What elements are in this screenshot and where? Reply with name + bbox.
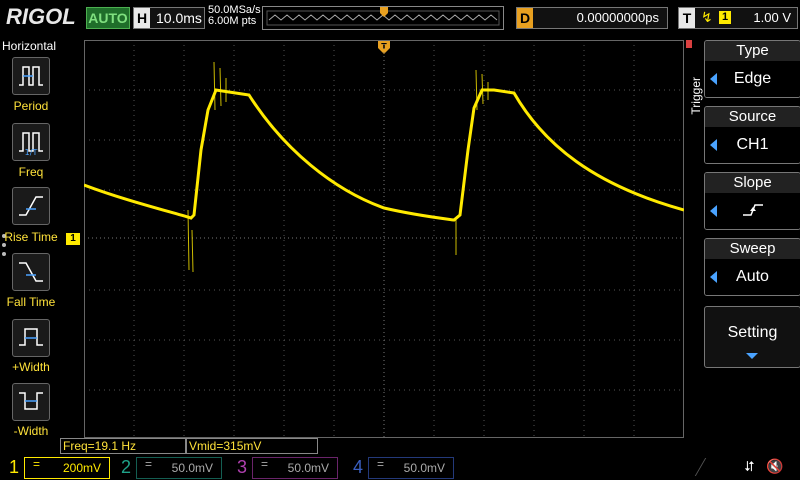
negative-width-button[interactable] <box>12 383 50 421</box>
trigger-key: T <box>679 8 695 28</box>
memory-overview-bar[interactable] <box>262 6 504 30</box>
svg-text:1/T: 1/T <box>25 148 38 157</box>
timebase-key: H <box>134 8 150 28</box>
channel-4-status[interactable]: 4 = 50.0mV <box>348 456 454 479</box>
trigger-type-title: Type <box>705 41 800 61</box>
rising-edge-icon: ↯ <box>701 9 713 25</box>
dc-coupling-icon: = <box>145 457 153 471</box>
delay-value: 0.00000000ps <box>576 10 659 25</box>
positive-width-button[interactable] <box>12 319 50 357</box>
channel-4-number: 4 <box>352 457 363 477</box>
trigger-source-title: Source <box>705 107 800 127</box>
select-arrow-icon <box>710 205 717 217</box>
channel-2-status[interactable]: 2 = 50.0mV <box>116 456 222 479</box>
channel-3-status[interactable]: 3 = 50.0mV <box>232 456 338 479</box>
run-status-badge[interactable]: AUTO <box>86 7 130 29</box>
rise-time-label: Rise Time <box>4 230 58 244</box>
channel-2-scale: 50.0mV <box>171 461 213 475</box>
fall-time-icon <box>19 262 43 282</box>
measurement-menu: Horizontal Period 1/T Freq Rise Time Fal… <box>0 37 62 438</box>
trigger-channel-badge: 1 <box>719 11 731 24</box>
positive-width-icon <box>19 328 43 346</box>
dc-coupling-icon: = <box>377 457 385 471</box>
channel-2-number: 2 <box>120 457 131 477</box>
trigger-slope-title: Slope <box>705 173 800 193</box>
period-label: Period <box>13 99 49 113</box>
channel-1-scale-box: = 200mV <box>24 457 110 479</box>
channel-3-scale-box: = 50.0mV <box>252 457 338 479</box>
channel-4-scale: 50.0mV <box>403 461 445 475</box>
trigger-setting-softkey[interactable]: Setting <box>704 306 800 368</box>
fall-time-label: Fall Time <box>6 295 56 309</box>
setting-label: Setting <box>727 324 778 341</box>
channel-4-scale-box: = 50.0mV <box>368 457 454 479</box>
acquisition-info: 50.0MSa/s 6.00M pts <box>208 5 261 27</box>
fall-time-button[interactable] <box>12 253 50 291</box>
timebase-display[interactable]: H 10.0ms <box>133 7 205 29</box>
channel-2-scale-box: = 50.0mV <box>136 457 222 479</box>
trigger-source-value: CH1 <box>736 136 769 153</box>
trigger-sweep-title: Sweep <box>705 239 800 259</box>
dc-coupling-icon: = <box>261 457 269 471</box>
delay-key: D <box>517 8 533 28</box>
trigger-source-softkey[interactable]: Source CH1 <box>704 106 800 164</box>
channel-status-bar: 1 = 200mV 2 = 50.0mV 3 = 50.0mV 4 = 50.0… <box>0 454 800 480</box>
dc-coupling-icon: = <box>33 457 41 471</box>
channel-1-scale: 200mV <box>62 461 101 475</box>
channel-3-scale: 50.0mV <box>287 461 329 475</box>
freq-button[interactable]: 1/T <box>12 123 50 161</box>
positive-width-label: +Width <box>12 360 50 374</box>
graticule-center <box>84 40 684 438</box>
trigger-menu: Trigger Type Edge Source CH1 Slope Sweep… <box>686 37 800 437</box>
vmid-measurement: Vmid=315mV <box>186 438 318 454</box>
negative-width-label: -Width <box>13 424 49 438</box>
menu-title: Horizontal <box>2 39 57 53</box>
brand-logo: RIGOL <box>6 4 76 29</box>
rise-time-button[interactable] <box>12 187 50 225</box>
delay-display[interactable]: D 0.00000000ps <box>516 7 668 29</box>
memory-overview-waveform <box>266 7 500 26</box>
period-icon <box>19 66 43 86</box>
trigger-sweep-softkey[interactable]: Sweep Auto <box>704 238 800 296</box>
select-arrow-icon <box>710 139 717 151</box>
timebase-value: 10.0ms <box>156 10 202 26</box>
ch1-offset-marker[interactable]: 1 <box>66 233 80 245</box>
waveform-display[interactable] <box>84 40 684 438</box>
channel-1-status[interactable]: 1 = 200mV <box>4 456 110 479</box>
select-arrow-icon <box>710 271 717 283</box>
trigger-sweep-value: Auto <box>736 268 769 285</box>
trigger-type-value: Edge <box>733 70 772 87</box>
trigger-display[interactable]: T ↯ 1 1.00 V <box>678 7 798 29</box>
freq-icon: 1/T <box>19 132 43 157</box>
period-button[interactable] <box>12 57 50 95</box>
rise-time-icon <box>19 196 43 216</box>
select-arrow-icon <box>710 73 717 85</box>
trigger-level: 1.00 V <box>753 10 791 25</box>
channel-1-number: 1 <box>8 457 19 477</box>
graticule <box>84 40 684 438</box>
freq-label: Freq <box>18 165 44 179</box>
memory-depth: 6.00M pts <box>208 15 257 27</box>
negative-width-icon <box>19 392 43 410</box>
freq-measurement: Freq=19.1 Hz <box>60 438 186 454</box>
status-divider <box>694 458 747 476</box>
top-status-bar: RIGOL AUTO H 10.0ms 50.0MSa/s 6.00M pts … <box>0 0 800 36</box>
trigger-position-icon <box>380 7 388 17</box>
channel-3-number: 3 <box>236 457 247 477</box>
chevron-down-icon <box>746 353 758 359</box>
trigger-slope-softkey[interactable]: Slope <box>704 172 800 230</box>
usb-icon: ⮃ <box>744 458 756 474</box>
trigger-type-softkey[interactable]: Type Edge <box>704 40 800 98</box>
rising-edge-icon <box>742 204 763 216</box>
speaker-mute-icon[interactable]: 🔇 <box>766 458 783 475</box>
trigger-menu-title: Trigger <box>689 77 703 115</box>
